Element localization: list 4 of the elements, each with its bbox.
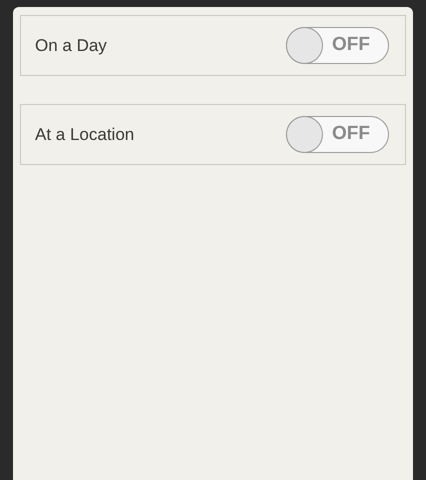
row-label: At a Location	[35, 124, 134, 146]
toggle-switch[interactable]: OFF	[286, 116, 389, 153]
toggle-switch[interactable]: OFF	[286, 27, 389, 64]
row-label: On a Day	[35, 34, 107, 57]
